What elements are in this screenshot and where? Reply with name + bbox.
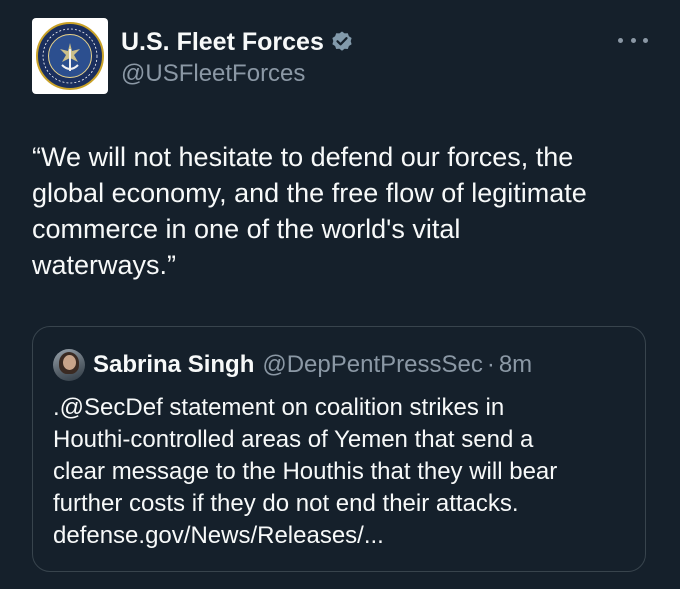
quoted-author-avatar[interactable] xyxy=(53,349,85,381)
author-name-row: U.S. Fleet Forces xyxy=(121,27,354,57)
quoted-author-name[interactable]: Sabrina Singh xyxy=(93,351,254,379)
header-separator: · xyxy=(486,351,495,378)
more-dot xyxy=(630,37,636,43)
more-dot xyxy=(643,37,648,43)
author-display-name[interactable]: U.S. Fleet Forces xyxy=(121,28,324,57)
quoted-author-handle[interactable]: @DepPentPressSec xyxy=(262,351,482,379)
quoted-tweet[interactable]: Sabrina Singh @DepPentPressSec · 8m .@Se… xyxy=(32,326,646,572)
quoted-tweet-header: Sabrina Singh @DepPentPressSec · 8m xyxy=(93,351,532,379)
avatar-face xyxy=(63,355,76,370)
seal-ring xyxy=(42,28,98,84)
quoted-tweet-time[interactable]: 8m xyxy=(499,351,532,379)
author-handle[interactable]: @USFleetForces xyxy=(121,60,305,88)
verified-badge-icon[interactable] xyxy=(330,30,354,54)
more-dot xyxy=(618,37,623,43)
tweet[interactable]: U.S. Fleet Forces @USFleetForces “We wil… xyxy=(0,0,680,589)
navy-seal-icon xyxy=(36,22,104,90)
more-options-icon[interactable] xyxy=(618,28,648,52)
quoted-tweet-text: .@SecDef statement on coalition strikes … xyxy=(53,394,558,549)
author-avatar[interactable] xyxy=(32,18,108,94)
tweet-text: “We will not hesitate to defend our forc… xyxy=(32,142,587,280)
